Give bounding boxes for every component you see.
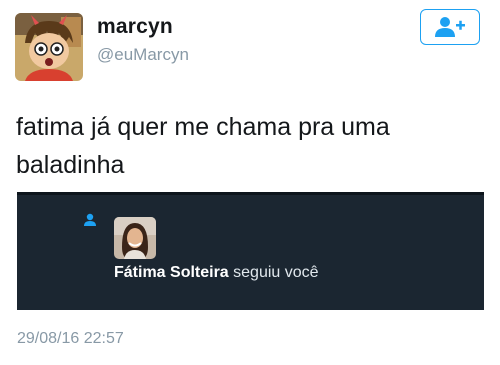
follower-photo	[114, 217, 156, 259]
follower-name[interactable]: Fátima Solteira	[114, 264, 229, 281]
author-display-name[interactable]: marcyn	[97, 15, 173, 39]
add-user-icon	[435, 17, 465, 37]
author-handle[interactable]: @euMarcyn	[97, 45, 189, 65]
author-avatar[interactable]	[15, 13, 83, 81]
notification-action: seguiu você	[233, 264, 319, 281]
follower-avatar[interactable]	[114, 217, 156, 259]
tweet-text: fatima já quer me chama pra uma baladinh…	[16, 113, 390, 179]
follow-button[interactable]	[420, 9, 480, 45]
cartoon-avatar-image	[15, 13, 83, 81]
tweet-timestamp[interactable]: 29/08/16 22:57	[17, 330, 124, 348]
notification-text: Fátima Solteira seguiu você	[114, 264, 319, 282]
person-icon	[83, 213, 97, 232]
embedded-screenshot: Fátima Solteira seguiu você	[17, 192, 484, 310]
